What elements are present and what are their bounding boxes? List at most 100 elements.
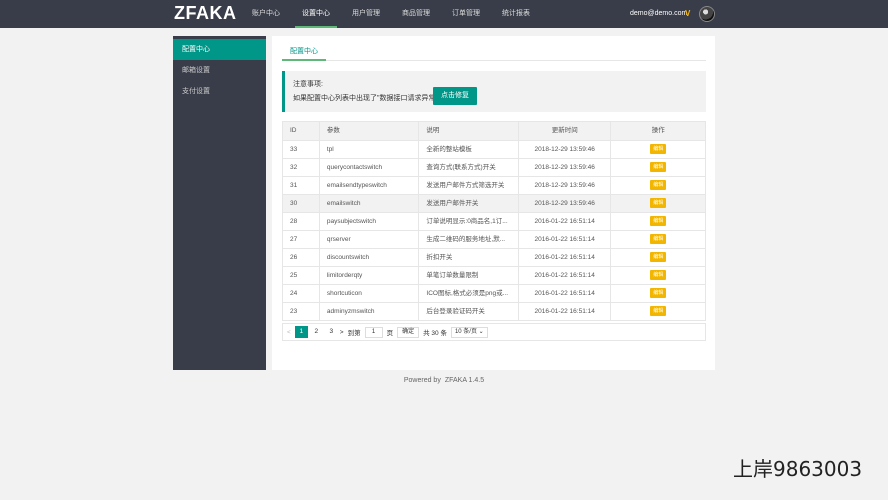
cell-operation: 编辑 xyxy=(610,231,705,248)
cell-desc: 发送用户邮件方式筛选开关 xyxy=(418,177,518,194)
cell-id: 32 xyxy=(290,164,298,171)
cell-time: 2016-01-22 16:51:14 xyxy=(517,285,611,302)
table-row[interactable]: 24 shortcuticon ICO图标,格式必须是png或... 2016-01-… xyxy=(283,284,705,302)
cell-desc: 折扣开关 xyxy=(418,249,518,266)
footer: Powered by ZFAKA 1.4.5 xyxy=(0,377,888,384)
logo[interactable]: ZFAKA xyxy=(174,3,237,24)
cell-operation: 编辑 xyxy=(610,213,705,230)
edit-button[interactable]: 编辑 xyxy=(650,306,667,317)
edit-button[interactable]: 编辑 xyxy=(650,252,667,263)
edit-button[interactable]: 编辑 xyxy=(650,216,667,227)
page-button-3[interactable]: 3 xyxy=(325,326,338,338)
next-page-button[interactable]: > xyxy=(340,329,344,336)
nav-settings-center[interactable]: 设置中心 xyxy=(295,0,337,28)
page-size-select[interactable]: 10 条/页 ⌄ xyxy=(450,326,488,338)
page-button-1[interactable]: 1 xyxy=(294,326,308,338)
watermark-text: 上岸9863003 xyxy=(733,457,863,481)
cell-param: discountswitch xyxy=(318,249,419,266)
column-header-id[interactable]: ID xyxy=(283,122,319,140)
table-row[interactable]: 27 qrserver 生成二维码的服务地址,默... 2016-01-22 16:5… xyxy=(283,230,705,248)
notice-text: 如果配置中心列表中出现了"数据接口请求异常", xyxy=(293,95,440,102)
cell-desc: 单笔订单数量限制 xyxy=(418,267,518,284)
user-email[interactable]: demo@demo.com xyxy=(630,10,687,17)
table-row[interactable]: 28 paysubjectswitch 订单说明显示:0商品名,1订... 2016-… xyxy=(283,212,705,230)
edit-button[interactable]: 编辑 xyxy=(650,234,667,245)
cell-id: 25 xyxy=(290,272,298,279)
cell-time: 2016-01-22 16:51:14 xyxy=(517,267,611,284)
cell-param: qrserver xyxy=(318,231,419,248)
avatar[interactable] xyxy=(699,6,715,22)
cell-time: 2018-12-29 13:59:46 xyxy=(517,177,611,194)
config-table: ID 参数 说明 更新时间 操作 33 tpl 全新的整站模板 2018-12-29 … xyxy=(282,121,706,321)
cell-operation: 编辑 xyxy=(610,159,705,176)
goto-confirm-button[interactable]: 确定 xyxy=(397,326,420,338)
cell-time: 2016-01-22 16:51:14 xyxy=(517,231,611,248)
fix-button[interactable]: 点击修复 xyxy=(433,87,477,105)
column-header-operation: 操作 xyxy=(610,122,705,140)
vip-badge: V xyxy=(685,9,691,18)
total-count: 共 30 条 xyxy=(423,330,447,337)
column-header-desc[interactable]: 说明 xyxy=(418,122,518,140)
cell-operation: 编辑 xyxy=(610,285,705,302)
sidebar-item-email-settings[interactable]: 邮箱设置 xyxy=(173,60,266,81)
page-button-2[interactable]: 2 xyxy=(310,326,323,338)
edit-button[interactable]: 编辑 xyxy=(650,144,667,155)
cell-operation: 编辑 xyxy=(610,141,705,158)
notice-title: 注意事项: xyxy=(293,81,323,88)
cell-operation: 编辑 xyxy=(610,303,705,320)
table-row[interactable]: 31 emailsendtypeswitch 发送用户邮件方式筛选开关 2018-12… xyxy=(283,176,705,194)
edit-button[interactable]: 编辑 xyxy=(650,162,667,173)
nav-product-management[interactable]: 商品管理 xyxy=(395,0,437,28)
tab-config-center[interactable]: 配置中心 xyxy=(282,44,326,61)
page-size-value: 10 条/页 xyxy=(454,328,477,335)
column-header-time[interactable]: 更新时间 xyxy=(517,122,611,140)
table-row[interactable]: 23 adminyzmswitch 后台登录验证码开关 2016-01-22 16:5… xyxy=(283,302,705,320)
table-row[interactable]: 30 emailswitch 发送用户邮件开关 2018-12-29 13:59:46… xyxy=(283,194,705,212)
cell-desc: ICO图标,格式必须是png或... xyxy=(418,285,518,302)
cell-operation: 编辑 xyxy=(610,249,705,266)
cell-id: 26 xyxy=(290,254,298,261)
cell-id: 31 xyxy=(290,182,298,189)
cell-time: 2016-01-22 16:51:14 xyxy=(517,303,611,320)
cell-desc: 订单说明显示:0商品名,1订... xyxy=(418,213,518,230)
cell-desc: 生成二维码的服务地址,默... xyxy=(418,231,518,248)
sidebar-item-config-center[interactable]: 配置中心 xyxy=(173,39,266,60)
pagination: < 1 2 3 > 到第 1 页 确定 共 30 条 10 条/页 ⌄ xyxy=(282,323,706,341)
cell-id: 28 xyxy=(290,218,298,225)
table-row[interactable]: 32 querycontactswitch 查询方式(联系方式)开关 2018-12-… xyxy=(283,158,705,176)
table-header-row: ID 参数 说明 更新时间 操作 xyxy=(283,122,705,140)
main-nav: 账户中心 设置中心 用户管理 商品管理 订单管理 统计报表 xyxy=(245,0,545,28)
edit-button[interactable]: 编辑 xyxy=(650,288,667,299)
cell-param: emailswitch xyxy=(318,195,419,212)
nav-account-center[interactable]: 账户中心 xyxy=(245,0,287,28)
cell-id: 24 xyxy=(290,290,298,297)
cell-id: 27 xyxy=(290,236,298,243)
column-header-param[interactable]: 参数 xyxy=(318,122,419,140)
nav-statistics[interactable]: 统计报表 xyxy=(495,0,537,28)
table-row[interactable]: 25 limitorderqty 单笔订单数量限制 2016-01-22 16:51:… xyxy=(283,266,705,284)
cell-id: 33 xyxy=(290,146,298,153)
edit-button[interactable]: 编辑 xyxy=(650,198,667,209)
nav-user-management[interactable]: 用户管理 xyxy=(345,0,387,28)
main-panel: 配置中心 注意事项: 如果配置中心列表中出现了"数据接口请求异常", 点击修复 … xyxy=(272,36,715,370)
cell-operation: 编辑 xyxy=(610,267,705,284)
edit-button[interactable]: 编辑 xyxy=(650,180,667,191)
cell-operation: 编辑 xyxy=(610,195,705,212)
prev-page-button[interactable]: < xyxy=(287,329,291,336)
goto-page-input[interactable]: 1 xyxy=(364,326,383,338)
cell-id: 30 xyxy=(290,200,298,207)
cell-param: paysubjectswitch xyxy=(318,213,419,230)
sidebar: 配置中心 邮箱设置 支付设置 xyxy=(173,36,266,370)
chevron-down-icon: ⌄ xyxy=(478,328,484,335)
edit-button[interactable]: 编辑 xyxy=(650,270,667,281)
table-row[interactable]: 33 tpl 全新的整站模板 2018-12-29 13:59:46 编辑 xyxy=(283,140,705,158)
cell-operation: 编辑 xyxy=(610,177,705,194)
cell-param: shortcuticon xyxy=(318,285,419,302)
cell-param: querycontactswitch xyxy=(318,159,419,176)
version-link[interactable]: ZFAKA 1.4.5 xyxy=(445,377,484,384)
nav-order-management[interactable]: 订单管理 xyxy=(445,0,487,28)
table-row[interactable]: 26 discountswitch 折扣开关 2016-01-22 16:51:14 编… xyxy=(283,248,705,266)
goto-label: 到第 xyxy=(347,330,361,337)
sidebar-item-payment-settings[interactable]: 支付设置 xyxy=(173,81,266,102)
cell-time: 2016-01-22 16:51:14 xyxy=(517,213,611,230)
